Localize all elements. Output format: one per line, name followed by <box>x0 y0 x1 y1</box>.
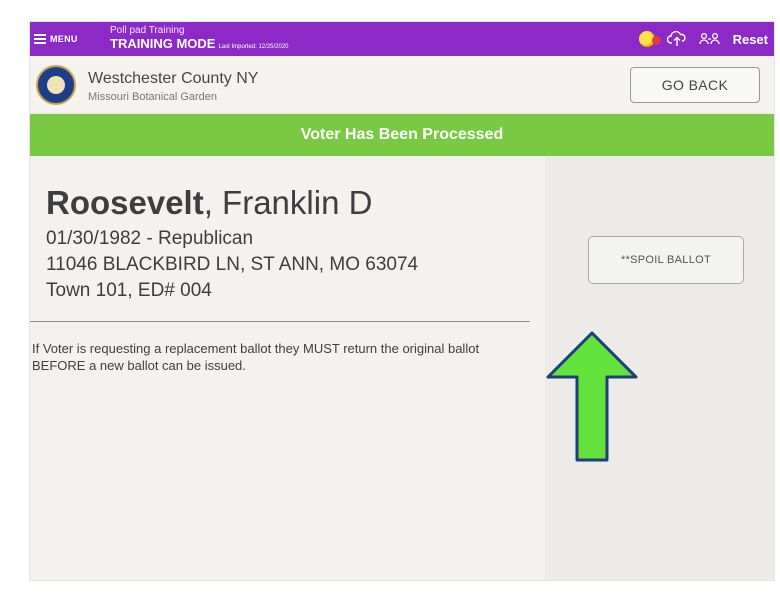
arrow-up-icon <box>546 331 638 462</box>
photo-frame: MENU Poll pad Training TRAINING MODE Last… <box>0 0 780 593</box>
